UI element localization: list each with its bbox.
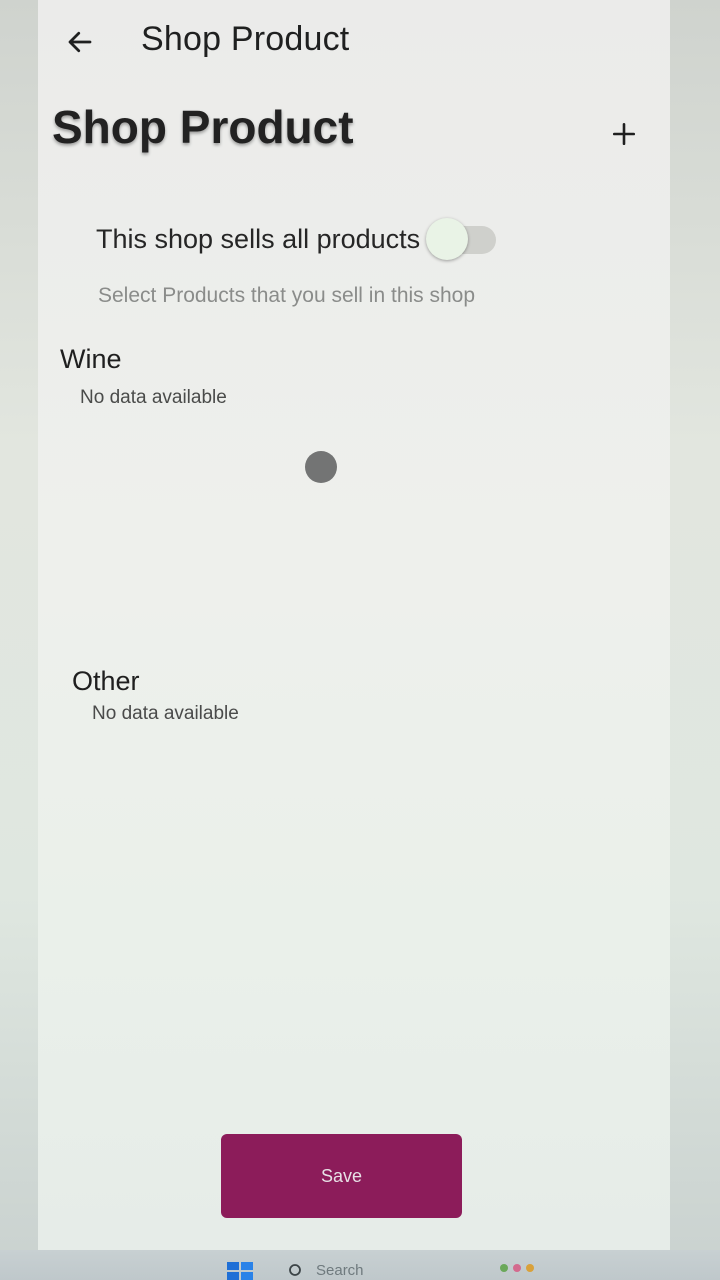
save-button[interactable]: Save bbox=[221, 1134, 462, 1218]
tray-icon bbox=[526, 1264, 534, 1272]
taskbar-search[interactable]: Search bbox=[288, 1262, 364, 1279]
other-empty-state: No data available bbox=[92, 703, 239, 724]
section-title-other: Other bbox=[72, 666, 140, 696]
plus-icon bbox=[612, 122, 636, 146]
add-product-button[interactable] bbox=[604, 114, 644, 154]
sells-all-row: This shop sells all products bbox=[96, 214, 498, 264]
search-icon bbox=[289, 1263, 301, 1276]
back-button[interactable] bbox=[60, 22, 100, 62]
windows-start-icon[interactable] bbox=[225, 1260, 257, 1280]
helper-text: Select Products that you sell in this sh… bbox=[98, 284, 476, 307]
taskbar-tray-icons bbox=[500, 1264, 534, 1272]
tray-icon bbox=[513, 1264, 521, 1272]
arrow-left-icon bbox=[68, 31, 92, 53]
app-bar-title: Shop Product bbox=[141, 20, 350, 58]
taskbar-search-placeholder: Search bbox=[316, 1262, 364, 1279]
os-taskbar: Search bbox=[0, 1250, 720, 1280]
sells-all-label: This shop sells all products bbox=[96, 223, 421, 254]
sells-all-toggle[interactable] bbox=[426, 217, 498, 261]
toggle-thumb bbox=[426, 218, 469, 260]
section-title-wine: Wine bbox=[60, 344, 122, 374]
app-window: Shop Product Shop Product This shop sell… bbox=[38, 0, 670, 1250]
wine-empty-state: No data available bbox=[80, 387, 227, 408]
tray-icon bbox=[500, 1264, 508, 1272]
page-title: Shop Product bbox=[52, 101, 354, 153]
app-bar: Shop Product bbox=[38, 0, 670, 84]
loading-indicator bbox=[305, 451, 337, 483]
